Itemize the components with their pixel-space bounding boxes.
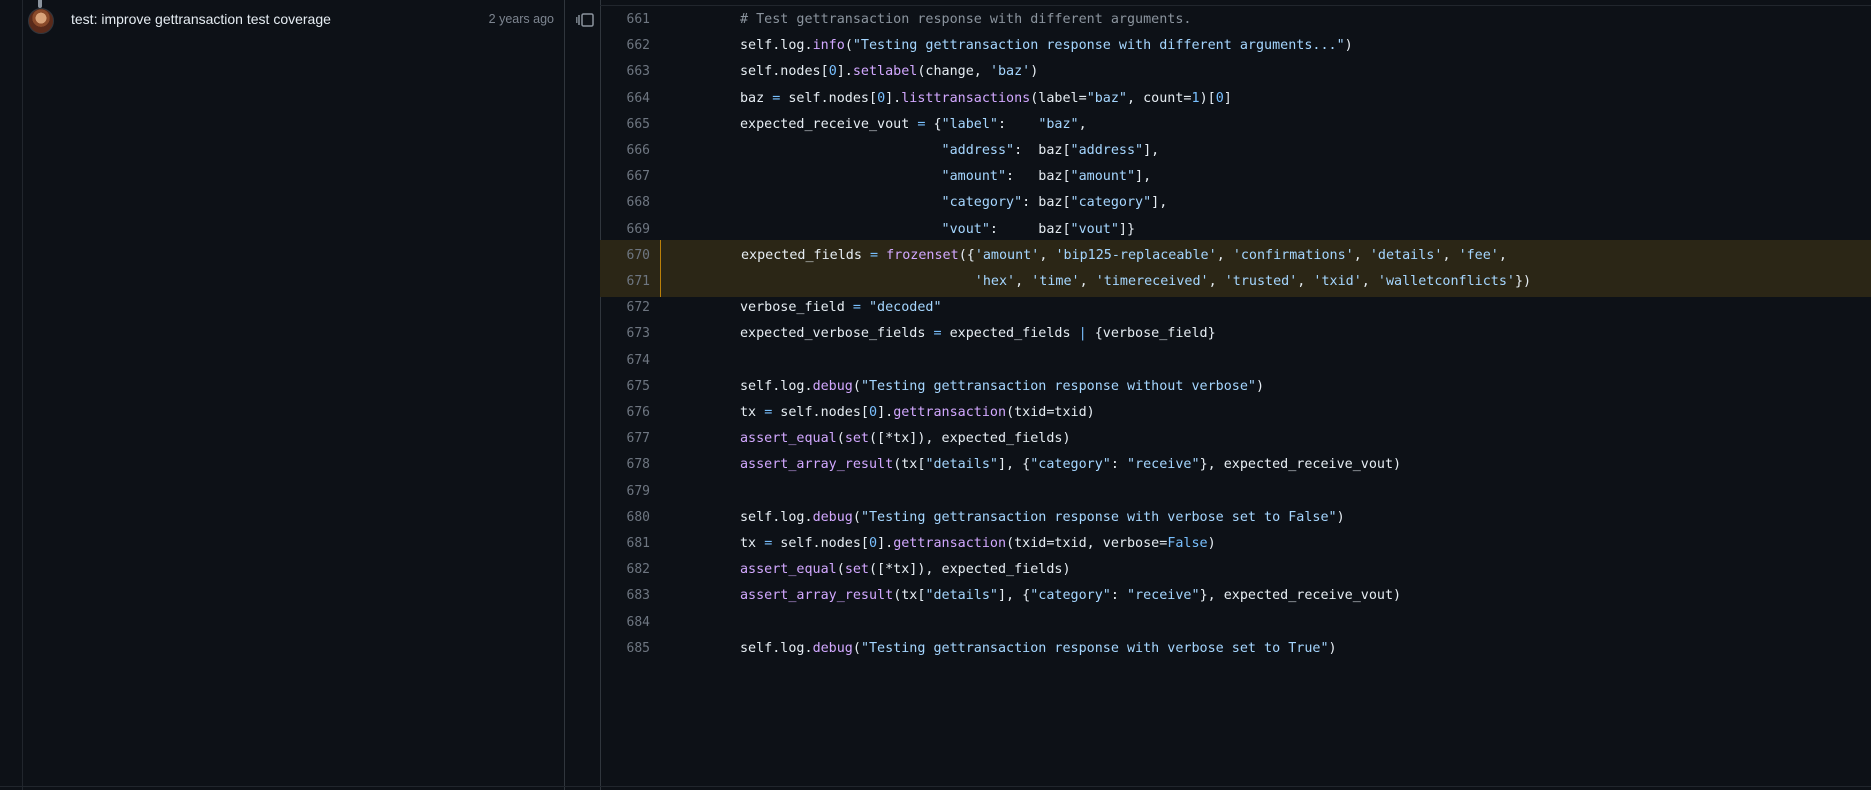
- line-number[interactable]: 685: [600, 633, 660, 664]
- commit-message-link[interactable]: test: improve gettransaction test covera…: [71, 11, 331, 27]
- divider: [0, 786, 1871, 787]
- code-line: 685 self.log.debug("Testing gettransactio…: [600, 633, 1871, 664]
- blame-pane: test: improve gettransaction test covera…: [22, 0, 565, 790]
- left-gutter: [0, 0, 23, 790]
- avatar-stub: [38, 0, 42, 8]
- code-view: 661 # Test gettransaction response with d…: [600, 0, 1871, 790]
- blame-reorder-icon[interactable]: [576, 12, 594, 28]
- author-avatar[interactable]: [28, 8, 54, 34]
- code-text: self.log.debug("Testing gettransaction r…: [740, 640, 1337, 656]
- commit-age: 2 years ago: [488, 12, 554, 26]
- blame-icon-column: [564, 0, 601, 790]
- blame-commit-row[interactable]: test: improve gettransaction test covera…: [22, 0, 564, 40]
- code-cell: self.log.debug("Testing gettransaction r…: [660, 633, 1871, 664]
